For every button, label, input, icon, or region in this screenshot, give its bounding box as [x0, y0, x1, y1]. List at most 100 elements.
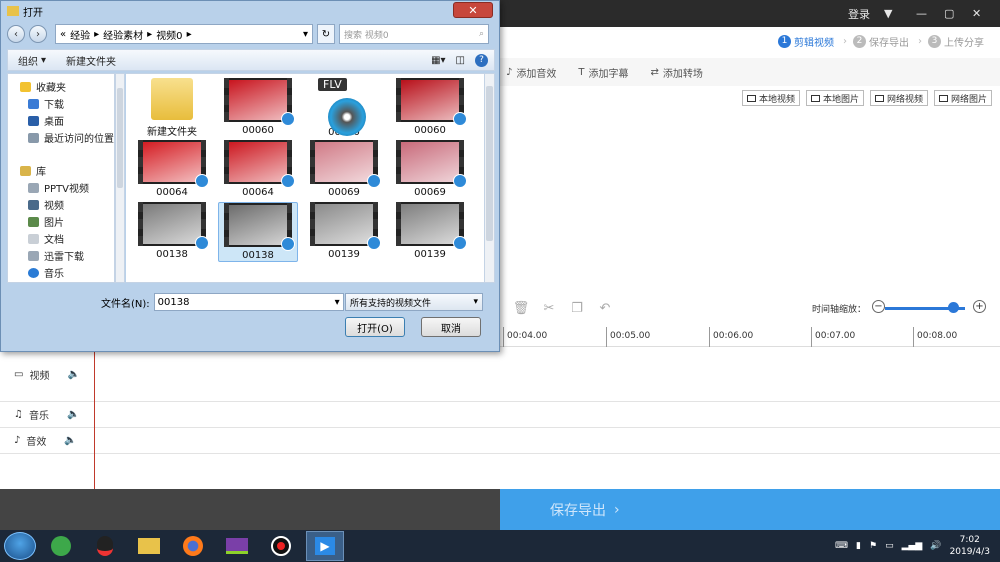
sidebar-item-videos[interactable]: 视频 — [8, 196, 114, 213]
breadcrumb-overflow[interactable]: « — [60, 29, 66, 40]
close-icon[interactable]: ✕ — [972, 0, 981, 27]
file-grid-scrollbar[interactable] — [484, 73, 495, 283]
sidebar-item-recent[interactable]: 最近访问的位置 — [8, 129, 114, 146]
forward-icon[interactable]: › — [29, 25, 47, 43]
start-button[interactable] — [4, 532, 36, 560]
add-transition-button[interactable]: ⇄ 添加转场 — [651, 65, 703, 80]
copy-icon[interactable]: ❐ — [570, 301, 584, 316]
taskbar-app-explorer[interactable] — [130, 531, 168, 561]
file-item[interactable]: FLV00060 — [304, 78, 384, 138]
playhead[interactable] — [94, 347, 95, 489]
sidebar-item-desktop[interactable]: 桌面 — [8, 112, 114, 129]
keyboard-icon[interactable]: ⌨ — [835, 541, 848, 551]
file-item[interactable]: 新建文件夹 — [132, 78, 212, 138]
address-bar[interactable]: « 经验 ▸ 经验素材 ▸ 视频0 ▸ ▾ — [55, 24, 313, 44]
sidebar-scrollbar[interactable] — [115, 73, 125, 283]
back-icon[interactable]: ‹ — [7, 25, 25, 43]
network-icon[interactable]: ▂▄▆ — [902, 541, 923, 551]
address-dropdown-icon[interactable]: ▾ — [303, 29, 312, 40]
sidebar-favorites[interactable]: 收藏夹 — [8, 78, 114, 95]
taskbar-app-player[interactable] — [218, 531, 256, 561]
new-folder-button[interactable]: 新建文件夹 — [56, 53, 126, 68]
filetype-select[interactable]: 所有支持的视频文件 ▾ — [345, 293, 483, 311]
ruler-tick: 00:07.00 — [811, 327, 855, 347]
zoom-slider-handle[interactable] — [948, 302, 959, 313]
cancel-button[interactable]: 取消 — [421, 317, 481, 337]
taskbar-app-recorder[interactable] — [262, 531, 300, 561]
volume-icon[interactable]: 🔊 — [930, 541, 941, 551]
organize-button[interactable]: 组织 ▾ — [8, 53, 56, 68]
taskbar-app-firefox[interactable] — [174, 531, 212, 561]
flag-icon[interactable]: ⚑ — [869, 541, 877, 551]
sidebar-item-thunder[interactable]: 迅雷下载 — [8, 247, 114, 264]
sidebar-item-downloads[interactable]: 下载 — [8, 95, 114, 112]
save-export-button[interactable]: 保存导出 › — [500, 489, 1000, 530]
file-item[interactable]: 00139 — [304, 202, 384, 262]
help-icon[interactable]: ? — [475, 53, 488, 67]
file-item[interactable]: 00064 — [218, 140, 298, 200]
zoom-in-icon[interactable]: + — [973, 300, 986, 313]
breadcrumb-item[interactable]: 经验素材 — [103, 27, 143, 42]
delete-icon[interactable]: 🗑 — [513, 301, 530, 316]
sidebar-libraries[interactable]: 库 — [8, 162, 114, 179]
taskbar-app-qq[interactable] — [86, 531, 124, 561]
scrollbar-thumb[interactable] — [117, 88, 123, 188]
effect-track[interactable]: ♪ 音效 🔈 — [0, 428, 1000, 454]
file-item[interactable]: 00069 — [304, 140, 384, 200]
split-icon[interactable]: ✂ — [542, 301, 556, 316]
file-item[interactable]: 00060 — [390, 78, 470, 138]
breadcrumb-item[interactable]: 视频0 — [156, 27, 182, 42]
search-input[interactable]: 搜索 视频0 ⌕ — [339, 24, 489, 44]
dialog-close-button[interactable]: ✕ — [453, 2, 493, 18]
sidebar-item-pptv[interactable]: PPTV视频 — [8, 179, 114, 196]
step-label: 保存导出 — [869, 37, 909, 49]
file-item[interactable]: 00069 — [390, 140, 470, 200]
refresh-icon[interactable]: ↻ — [317, 24, 335, 44]
battery-icon[interactable]: ▮ — [856, 541, 861, 551]
sidebar-item-documents[interactable]: 文档 — [8, 230, 114, 247]
file-item[interactable]: 00064 — [132, 140, 212, 200]
file-item[interactable]: 00138 — [132, 202, 212, 262]
undo-icon[interactable]: ↶ — [598, 301, 612, 316]
video-thumbnail — [138, 202, 209, 250]
step-share[interactable]: 3 上传分享 — [928, 34, 984, 49]
video-track[interactable]: ▭ 视频 🔈 — [0, 347, 1000, 402]
taskbar-app-browser[interactable] — [42, 531, 80, 561]
web-video-button[interactable]: 网络视频 — [869, 90, 928, 106]
display-icon[interactable]: ▭ — [885, 541, 894, 551]
add-audio-button[interactable]: ♪ 添加音效 — [506, 65, 556, 80]
clock[interactable]: 7:02 2019/4/3 — [950, 534, 990, 558]
preview-pane-icon[interactable]: ◫ — [456, 55, 465, 66]
step-edit[interactable]: 1 剪辑视频 › — [778, 34, 847, 49]
music-track[interactable]: ♫ 音乐 🔈 — [0, 402, 1000, 428]
sidebar-item-music[interactable]: 音乐 — [8, 264, 114, 281]
login-button[interactable]: 登录 — [848, 0, 870, 27]
scrollbar-thumb[interactable] — [486, 86, 493, 241]
maximize-icon[interactable]: ▢ — [944, 0, 954, 27]
chevron-down-icon[interactable]: ▾ — [335, 297, 340, 308]
dialog-nav-bar: ‹ › « 经验 ▸ 经验素材 ▸ 视频0 ▸ ▾ ↻ 搜索 视频0 ⌕ — [7, 23, 495, 45]
view-options-icon[interactable]: ▦▾ — [431, 55, 445, 66]
speaker-icon[interactable]: 🔈 — [67, 409, 79, 420]
speaker-icon[interactable]: 🔈 — [67, 369, 79, 380]
minimize-icon[interactable]: — — [916, 0, 927, 27]
thumbnail-image — [229, 205, 287, 245]
web-image-button[interactable]: 网络图片 — [933, 90, 992, 106]
breadcrumb-item[interactable]: 经验 — [70, 27, 90, 42]
local-video-button[interactable]: 本地视频 — [741, 90, 800, 106]
add-subtitle-button[interactable]: T 添加字幕 — [578, 65, 628, 80]
taskbar-app-video-editor[interactable]: ▶ — [306, 531, 344, 561]
speaker-icon[interactable]: 🔈 — [64, 435, 76, 446]
local-image-button[interactable]: 本地图片 — [805, 90, 864, 106]
sidebar-label: 图片 — [44, 218, 64, 229]
open-button[interactable]: 打开(O) — [345, 317, 405, 337]
sidebar-item-pictures[interactable]: 图片 — [8, 213, 114, 230]
step-export[interactable]: 2 保存导出 › — [853, 34, 922, 49]
file-item[interactable]: 00139 — [390, 202, 470, 262]
filename-input[interactable]: 00138 ▾ — [153, 293, 344, 311]
add-subtitle-label: 添加字幕 — [588, 68, 629, 80]
file-item[interactable]: 00060 — [218, 78, 298, 138]
zoom-out-icon[interactable]: − — [872, 300, 885, 313]
file-item[interactable]: 00138 — [218, 202, 298, 262]
menu-dropdown-icon[interactable]: ▼ — [884, 0, 892, 27]
